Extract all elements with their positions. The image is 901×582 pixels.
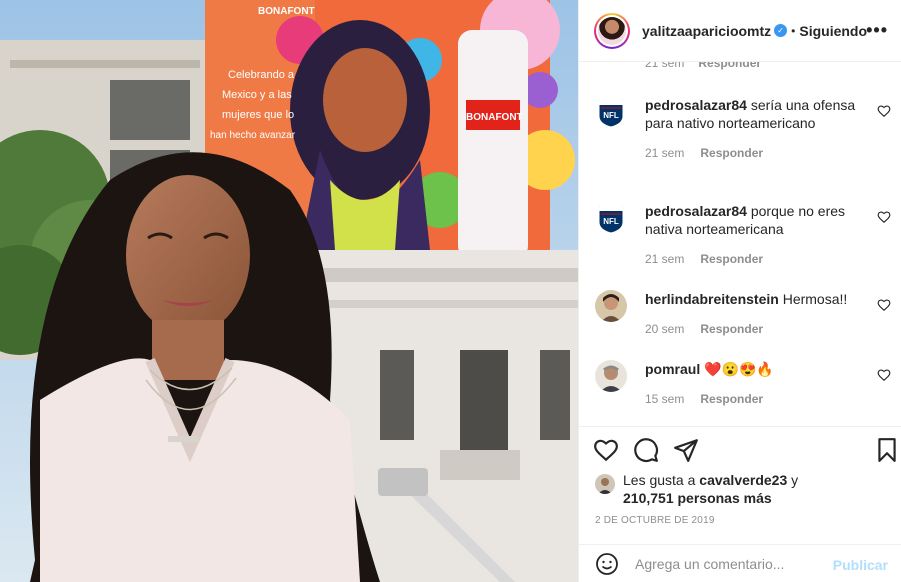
comment-time: 21 sem xyxy=(645,146,685,160)
emoji-icon[interactable] xyxy=(595,552,619,576)
photo-artwork: Celebrando a Mexico y a las mujeres que … xyxy=(0,0,578,582)
comment-text: Hermosa!! xyxy=(782,291,848,307)
likes-summary: Les gusta a cavalverde23 y 210,751 perso… xyxy=(595,471,895,507)
save-bookmark-icon[interactable] xyxy=(874,437,900,463)
comment-time: 20 sem xyxy=(645,322,685,336)
liker-username[interactable]: cavalverde23 xyxy=(699,472,787,488)
comment-time: 15 sem xyxy=(645,392,685,406)
like-comment-heart-icon[interactable] xyxy=(877,368,891,382)
likes-conj: y xyxy=(791,472,799,488)
reply-button[interactable]: Responder xyxy=(698,62,761,70)
publish-button[interactable]: Publicar xyxy=(833,557,888,573)
verified-badge-icon: ✓ xyxy=(774,24,788,37)
comment-time: 21 sem xyxy=(645,252,685,266)
brand-text-bottle: BONAFONT xyxy=(466,112,523,123)
svg-text:NFL: NFL xyxy=(603,111,619,120)
brand-text-top: BONAFONT xyxy=(258,6,315,17)
mural-text-4: han hecho avanzar xyxy=(210,130,296,141)
header-separator: • xyxy=(791,23,796,38)
like-comment-heart-icon[interactable] xyxy=(877,210,891,224)
nfl-logo-avatar[interactable]: NFL xyxy=(595,96,627,128)
comment-username[interactable]: pedrosalazar84 xyxy=(645,203,747,219)
like-heart-icon[interactable] xyxy=(593,437,619,463)
user-avatar[interactable] xyxy=(595,290,627,322)
post-actions: Les gusta a cavalverde23 y 210,751 perso… xyxy=(579,426,901,542)
following-button[interactable]: Siguiendo xyxy=(799,23,867,39)
comment-username[interactable]: herlindabreitenstein xyxy=(645,291,779,307)
mural-text-1: Celebrando a xyxy=(228,69,295,81)
comment-time: 21 sem xyxy=(645,62,685,70)
post-panel: yalitzaaparicioomtz ✓ • Siguiendo ••• 21… xyxy=(578,0,901,582)
comment-username[interactable]: pedrosalazar84 xyxy=(645,97,747,113)
post-header: yalitzaaparicioomtz ✓ • Siguiendo ••• xyxy=(579,0,901,62)
nfl-logo-avatar[interactable]: NFL xyxy=(595,202,627,234)
comment-username[interactable]: pomraul xyxy=(645,361,700,377)
user-avatar[interactable] xyxy=(595,360,627,392)
comments-list[interactable]: 21 sem Responder NFL pedrosalazar84 sería… xyxy=(579,62,901,426)
post-date[interactable]: 2 DE OCTUBRE DE 2019 xyxy=(595,515,715,526)
post-photo[interactable]: Celebrando a Mexico y a las mujeres que … xyxy=(0,0,578,582)
comment-input[interactable] xyxy=(635,555,835,572)
like-comment-heart-icon[interactable] xyxy=(877,104,891,118)
reply-button[interactable]: Responder xyxy=(700,146,763,160)
more-options-icon[interactable]: ••• xyxy=(866,20,888,41)
liker-avatar[interactable] xyxy=(595,474,615,494)
likes-prefix: Les gusta a xyxy=(623,472,696,488)
svg-text:NFL: NFL xyxy=(603,217,619,226)
reply-button[interactable]: Responder xyxy=(700,252,763,266)
comment-text: ❤️😮😍🔥 xyxy=(704,361,774,377)
add-comment-bar: Publicar xyxy=(579,544,901,582)
mural-text-3: mujeres que lo xyxy=(222,109,294,121)
reply-button[interactable]: Responder xyxy=(700,392,763,406)
mural-text-2: Mexico y a las xyxy=(222,89,292,101)
likes-count[interactable]: 210,751 personas más xyxy=(623,490,772,506)
like-comment-heart-icon[interactable] xyxy=(877,298,891,312)
author-username[interactable]: yalitzaaparicioomtz xyxy=(642,23,771,39)
comment-meta-clipped: 21 sem Responder xyxy=(645,62,761,70)
reply-button[interactable]: Responder xyxy=(700,322,763,336)
share-paper-plane-icon[interactable] xyxy=(673,437,699,463)
author-avatar[interactable] xyxy=(594,12,630,49)
comment-bubble-icon[interactable] xyxy=(633,437,659,463)
